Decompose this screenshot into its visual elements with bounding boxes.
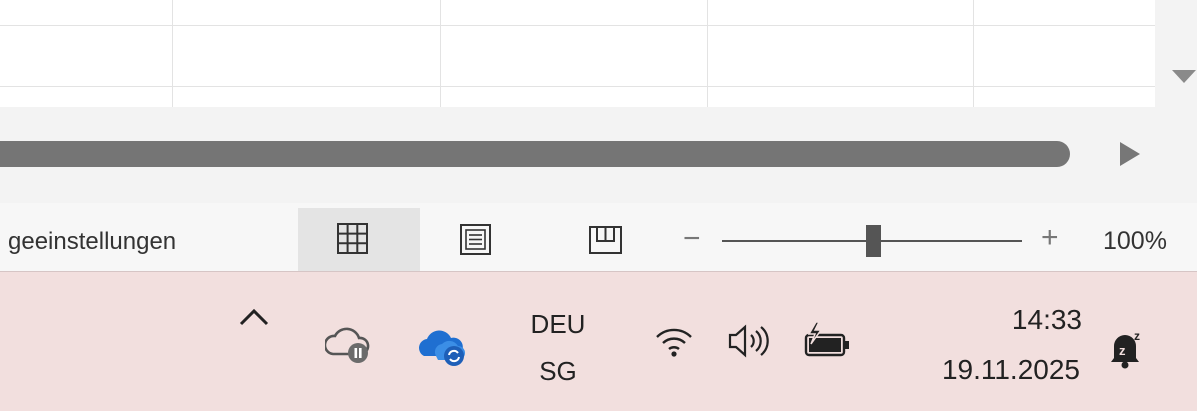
notification-center-button[interactable]: z z [1108, 328, 1146, 377]
zoom-out-button[interactable]: − [683, 222, 701, 256]
chevron-up-icon [239, 308, 269, 326]
scroll-down-arrow-icon[interactable] [1172, 70, 1196, 83]
onedrive-paused-button[interactable] [323, 322, 371, 369]
zoom-in-button[interactable]: + [1041, 221, 1059, 255]
grid-column-line [440, 0, 441, 107]
clock-date[interactable]: 19.11.2025 [900, 354, 1080, 386]
status-text[interactable]: geeinstellungen [8, 228, 176, 256]
svg-text:z: z [1134, 329, 1140, 343]
grid-row-line [0, 86, 1155, 87]
onedrive-sync-button[interactable] [418, 324, 468, 373]
spreadsheet-grid[interactable] [0, 0, 1155, 107]
zoom-slider-thumb[interactable] [866, 225, 881, 257]
notifications-snooze-icon: z z [1111, 329, 1140, 369]
grid-row-line [0, 25, 1155, 26]
onedrive-sync-icon [419, 330, 465, 366]
battery-charging-icon [804, 321, 849, 357]
normal-view-button[interactable] [298, 208, 420, 271]
grid-view-icon [337, 223, 368, 254]
horizontal-scroll-thumb[interactable] [0, 141, 1070, 167]
keyboard-layout[interactable]: SG [528, 356, 588, 387]
volume-icon [728, 324, 769, 358]
zoom-level[interactable]: 100% [1103, 227, 1167, 256]
page-break-icon [588, 225, 622, 254]
vertical-scrollbar[interactable] [1155, 0, 1197, 107]
taskbar [0, 272, 1197, 411]
clock-time[interactable]: 14:33 [902, 304, 1082, 336]
svg-text:z: z [1119, 343, 1126, 358]
battery-button[interactable] [800, 320, 856, 369]
network-button[interactable] [654, 325, 694, 364]
page-layout-view-button[interactable] [435, 208, 515, 271]
grid-column-line [973, 0, 974, 107]
page-layout-icon [459, 224, 491, 255]
wifi-icon [656, 328, 692, 357]
show-hidden-icons-button[interactable] [238, 306, 270, 333]
page-break-preview-button[interactable] [565, 208, 645, 271]
input-language[interactable]: DEU [528, 309, 588, 340]
volume-button[interactable] [726, 322, 772, 365]
scroll-right-arrow-icon[interactable] [1120, 142, 1140, 166]
grid-column-line [172, 0, 173, 107]
grid-column-line [707, 0, 708, 107]
onedrive-paused-icon [323, 327, 370, 363]
